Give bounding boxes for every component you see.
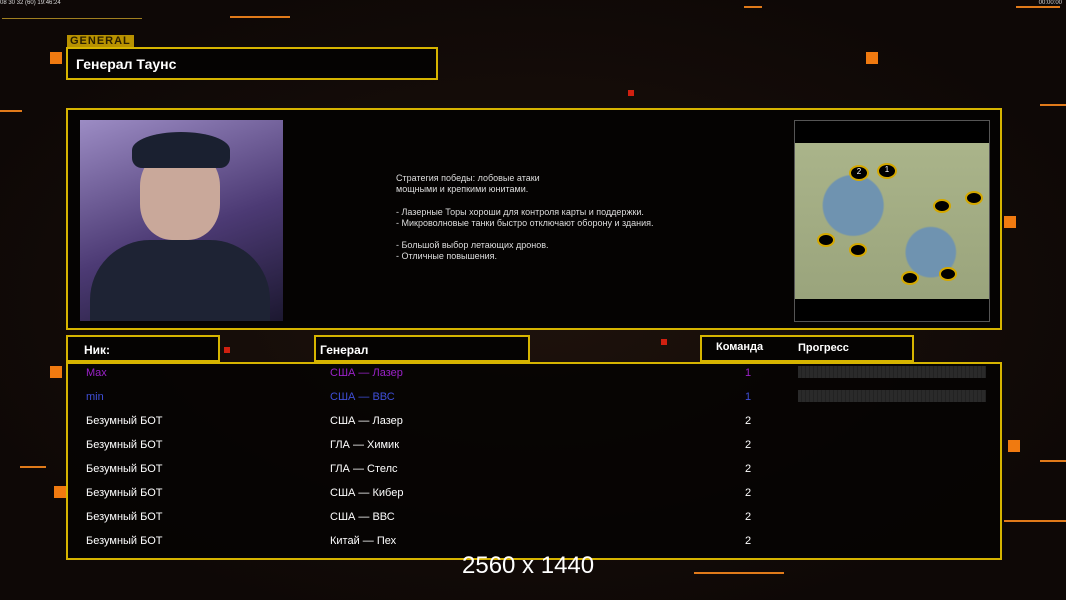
map-marker: 1: [877, 163, 897, 179]
player-nick: Безумный БОТ: [86, 463, 163, 475]
deco-line: [1016, 6, 1060, 8]
header-team-progress: Команда Прогресс: [700, 335, 914, 362]
player-general[interactable]: Китай — Пех: [330, 535, 396, 547]
general-description: Стратегия победы: лобовые атаки мощными …: [396, 173, 654, 263]
player-general[interactable]: США — Лазер: [330, 367, 403, 379]
map-marker: 2: [849, 165, 869, 181]
player-general[interactable]: ГЛА — Стелс: [330, 463, 398, 475]
player-row[interactable]: Безумный БОТ США — ВВС 2: [86, 511, 986, 535]
player-team[interactable]: 1: [745, 391, 751, 403]
general-portrait: [80, 120, 283, 321]
desc-line: Стратегия победы: лобовые атаки: [396, 173, 540, 183]
deco-square: [54, 486, 66, 498]
player-team[interactable]: 2: [745, 487, 751, 499]
player-team[interactable]: 2: [745, 439, 751, 451]
desc-line: мощными и крепкими юнитами.: [396, 184, 529, 195]
player-general[interactable]: ГЛА — Химик: [330, 439, 399, 451]
deco-line: [230, 16, 290, 18]
header-general-label: Генерал: [320, 343, 369, 357]
player-team[interactable]: 2: [745, 415, 751, 427]
desc-line: - Большой выбор летающих дронов.: [396, 240, 549, 251]
desc-line: - Лазерные Торы хороши для контроля карт…: [396, 206, 644, 217]
deco-square: [661, 339, 667, 345]
player-nick: Max: [86, 367, 107, 379]
player-general[interactable]: США — Кибер: [330, 487, 403, 499]
player-row[interactable]: Безумный БОТ США — Лазер 2: [86, 415, 986, 439]
general-logo: GENERAL: [67, 35, 134, 47]
general-name-box: Генерал Таунс: [66, 47, 438, 80]
header-progress-label: Прогресс: [798, 342, 849, 354]
deco-square: [1004, 216, 1016, 228]
desc-line: - Отличные повышения.: [396, 251, 498, 262]
deco-square: [1008, 440, 1020, 452]
header-general: Генерал: [314, 335, 530, 362]
deco-line: [20, 466, 46, 468]
player-row[interactable]: Безумный БОТ ГЛА — Стелс 2: [86, 463, 986, 487]
deco-line: [1040, 460, 1066, 462]
player-nick: Безумный БОТ: [86, 535, 163, 547]
deco-square: [224, 347, 230, 353]
player-team[interactable]: 2: [745, 511, 751, 523]
player-row[interactable]: Безумный БОТ ГЛА — Химик 2: [86, 439, 986, 463]
header-team-label: Команда: [716, 341, 764, 353]
player-team[interactable]: 1: [745, 367, 751, 379]
deco-line: [744, 6, 762, 8]
player-nick: Безумный БОТ: [86, 415, 163, 427]
deco-line: [2, 18, 142, 19]
player-team[interactable]: 2: [745, 535, 751, 547]
player-nick: min: [86, 391, 104, 403]
header-nick: Ник:: [66, 335, 220, 362]
progress-bar: [798, 366, 986, 378]
header-nick-label: Ник:: [84, 343, 111, 357]
player-general[interactable]: США — ВВС: [330, 511, 395, 523]
deco-square: [50, 366, 62, 378]
player-general[interactable]: США — ВВС: [330, 391, 395, 403]
deco-line: [1040, 104, 1066, 106]
status-readout: 08 30 32 (60) 19:46:24: [0, 0, 61, 6]
player-row[interactable]: Безумный БОТ США — Кибер 2: [86, 487, 986, 511]
map-preview[interactable]: 2 1: [794, 120, 990, 322]
player-general[interactable]: США — Лазер: [330, 415, 403, 427]
resolution-label: 2560 x 1440: [462, 552, 595, 579]
deco-line: [694, 572, 784, 574]
player-team[interactable]: 2: [745, 463, 751, 475]
desc-line: - Микроволновые танки быстро отключают о…: [396, 217, 654, 228]
deco-line: [0, 110, 22, 112]
player-row[interactable]: Max США — Лазер 1: [86, 366, 986, 391]
player-nick: Безумный БОТ: [86, 487, 163, 499]
player-row[interactable]: min США — ВВС 1: [86, 390, 986, 415]
progress-bar: [798, 390, 986, 402]
deco-line: [1004, 520, 1066, 522]
deco-square: [628, 90, 634, 96]
deco-square: [50, 52, 62, 64]
player-nick: Безумный БОТ: [86, 439, 163, 451]
player-nick: Безумный БОТ: [86, 511, 163, 523]
general-name: Генерал Таунс: [76, 56, 177, 72]
deco-square: [866, 52, 878, 64]
general-info-panel: Стратегия победы: лобовые атаки мощными …: [66, 108, 1002, 330]
